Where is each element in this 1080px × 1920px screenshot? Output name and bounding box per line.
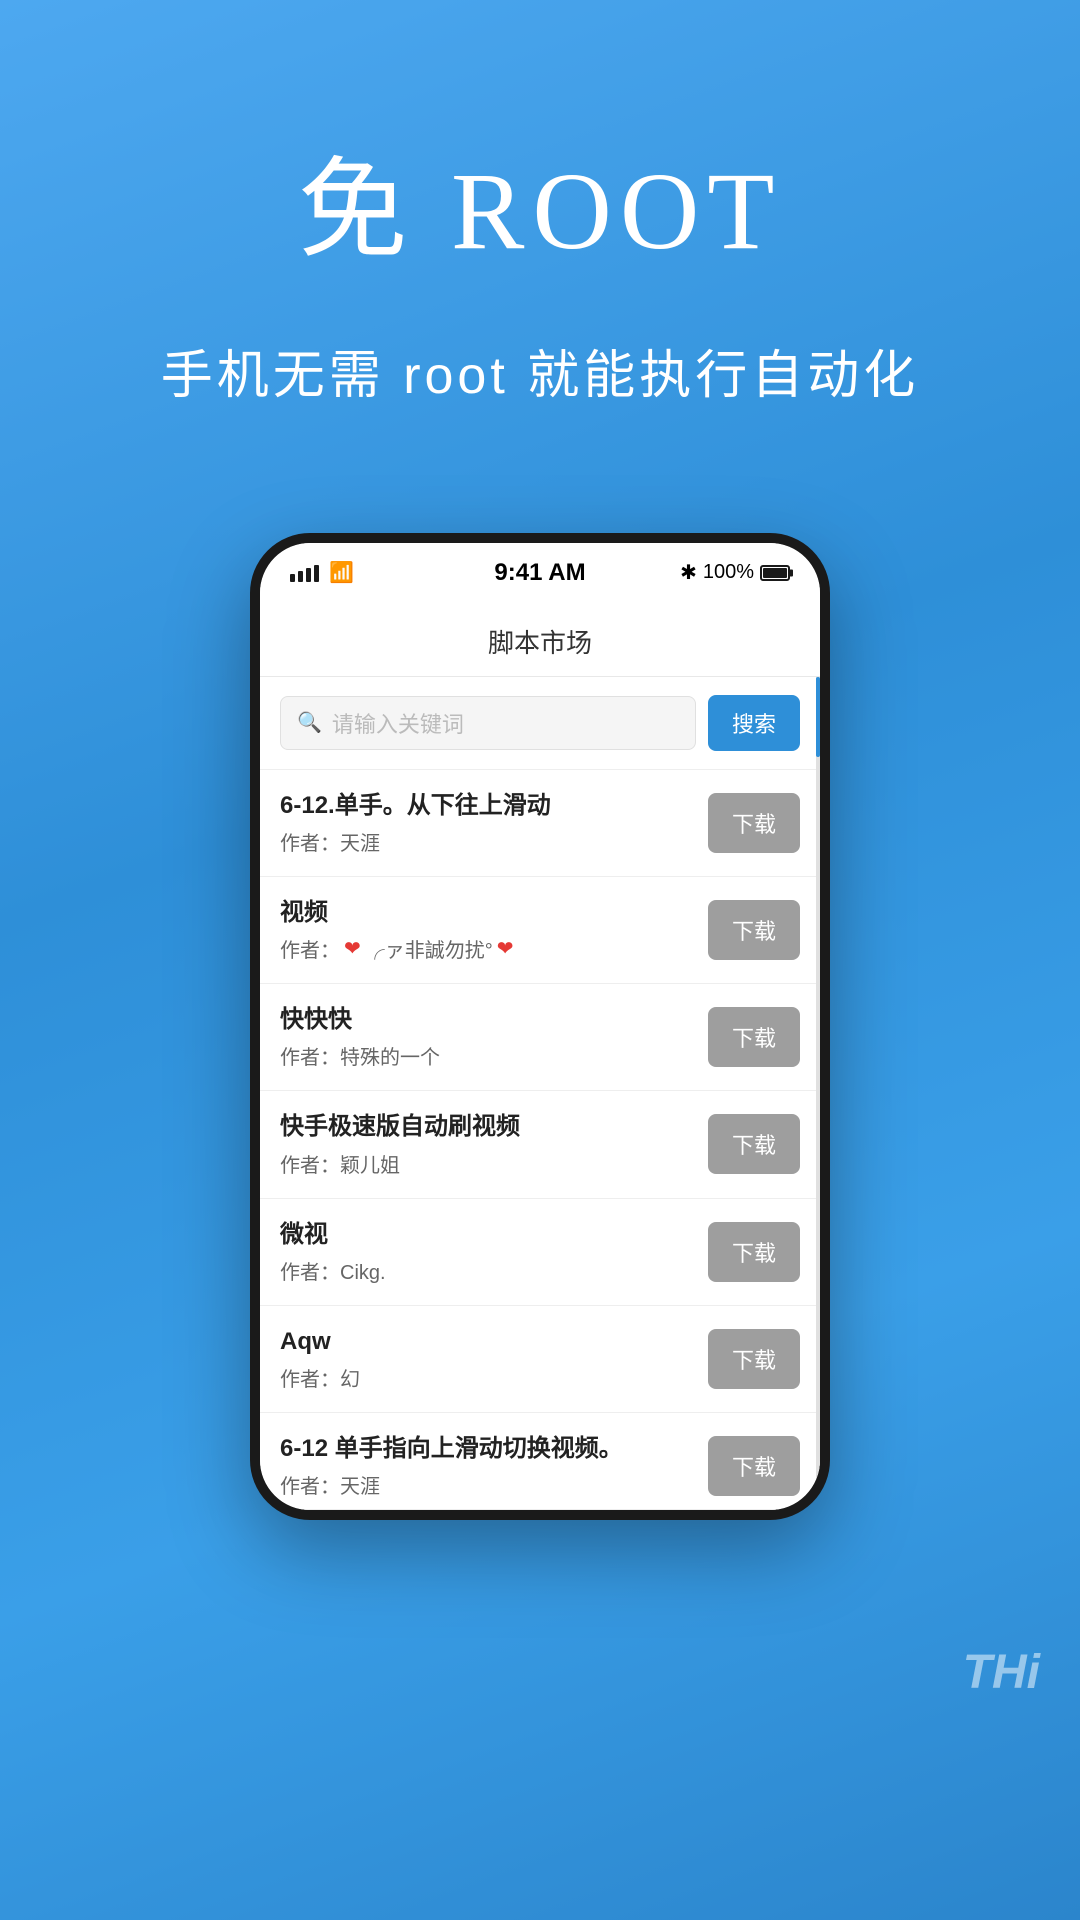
script-author: 作者：颖儿姐 xyxy=(280,1149,692,1178)
download-button[interactable]: 下载 xyxy=(708,793,800,853)
script-author: 作者：天涯 xyxy=(280,827,692,856)
bluetooth-icon: ✱ xyxy=(680,560,697,585)
scrollbar-thumb xyxy=(816,677,820,757)
signal-bar-4 xyxy=(314,565,319,582)
watermark-text: THi xyxy=(963,1645,1040,1700)
script-author: 作者：特殊的一个 xyxy=(280,1041,692,1070)
heart-icon-left: ❤ xyxy=(344,936,361,961)
script-info: 6-12 单手指向上滑动切换视频。 作者：天涯 xyxy=(280,1433,708,1499)
battery-percent: 100% xyxy=(703,561,754,584)
bottom-area: THi xyxy=(0,1520,1080,1720)
script-name: 微视 xyxy=(280,1219,692,1250)
search-placeholder-text: 请输入关键词 xyxy=(332,707,464,739)
download-button[interactable]: 下载 xyxy=(708,900,800,960)
search-icon: 🔍 xyxy=(297,710,322,735)
script-author: 作者：天涯 xyxy=(280,1470,692,1499)
signal-bar-2 xyxy=(298,571,303,582)
script-info: 微视 作者：Cikg. xyxy=(280,1219,708,1285)
phone-content: 🔍 请输入关键词 搜索 6-12.单手。从下往上滑动 作者：天涯 下载 xyxy=(260,677,820,1510)
list-item: 视频 作者： ❤ ╭ァ非誠勿扰° ❤ 下载 xyxy=(260,877,820,984)
search-button[interactable]: 搜索 xyxy=(708,695,800,751)
download-button[interactable]: 下载 xyxy=(708,1329,800,1389)
script-info: Aqw 作者：幻 xyxy=(280,1326,708,1392)
status-left: 📶 xyxy=(290,560,354,585)
hero-title: 免 ROOT xyxy=(60,120,1020,280)
status-right: ✱ 100% xyxy=(680,560,790,585)
download-button[interactable]: 下载 xyxy=(708,1007,800,1067)
download-button[interactable]: 下载 xyxy=(708,1436,800,1496)
list-item: 快手极速版自动刷视频 作者：颖儿姐 下载 xyxy=(260,1091,820,1198)
script-info: 视频 作者： ❤ ╭ァ非誠勿扰° ❤ xyxy=(280,897,708,963)
script-author: 作者：Cikg. xyxy=(280,1256,692,1285)
script-author: 作者： ❤ ╭ァ非誠勿扰° ❤ xyxy=(280,934,692,963)
script-author: 作者：幻 xyxy=(280,1363,692,1392)
signal-bar-1 xyxy=(290,574,295,582)
script-name: 快手极速版自动刷视频 xyxy=(280,1111,692,1142)
download-button[interactable]: 下载 xyxy=(708,1114,800,1174)
search-area: 🔍 请输入关键词 搜索 xyxy=(260,677,820,770)
status-bar: 📶 9:41 AM ✱ 100% xyxy=(260,543,820,603)
heart-icon-right: ❤ xyxy=(497,936,514,961)
script-info: 6-12.单手。从下往上滑动 作者：天涯 xyxy=(280,790,708,856)
hero-section: 免 ROOT 手机无需 root 就能执行自动化 xyxy=(0,0,1080,473)
list-item: 6-12.单手。从下往上滑动 作者：天涯 下载 xyxy=(260,770,820,877)
download-button[interactable]: 下载 xyxy=(708,1222,800,1282)
phone-container: 📶 9:41 AM ✱ 100% 脚本市场 🔍 请输入关键词 xyxy=(0,473,1080,1520)
script-list: 6-12.单手。从下往上滑动 作者：天涯 下载 视频 作者： ❤ ╭ァ非誠勿扰°… xyxy=(260,770,820,1510)
list-item: 6-12 单手指向上滑动切换视频。 作者：天涯 下载 xyxy=(260,1413,820,1510)
signal-bar-3 xyxy=(306,568,311,582)
battery-fill xyxy=(763,568,787,578)
app-header: 脚本市场 xyxy=(260,603,820,677)
script-name: Aqw xyxy=(280,1326,692,1357)
hero-subtitle: 手机无需 root 就能执行自动化 xyxy=(60,340,1020,413)
battery-icon xyxy=(760,565,790,581)
scrollbar[interactable] xyxy=(816,677,820,1510)
wifi-icon: 📶 xyxy=(329,560,354,585)
script-name: 6-12.单手。从下往上滑动 xyxy=(280,790,692,821)
signal-bars xyxy=(290,564,319,582)
status-time: 9:41 AM xyxy=(494,559,585,587)
phone-mockup: 📶 9:41 AM ✱ 100% 脚本市场 🔍 请输入关键词 xyxy=(250,533,830,1520)
script-info: 快手极速版自动刷视频 作者：颖儿姐 xyxy=(280,1111,708,1177)
app-title: 脚本市场 xyxy=(488,628,592,658)
list-item: 微视 作者：Cikg. 下载 xyxy=(260,1199,820,1306)
script-name: 视频 xyxy=(280,897,692,928)
script-name: 快快快 xyxy=(280,1004,692,1035)
list-item: 快快快 作者：特殊的一个 下载 xyxy=(260,984,820,1091)
script-name: 6-12 单手指向上滑动切换视频。 xyxy=(280,1433,692,1464)
script-info: 快快快 作者：特殊的一个 xyxy=(280,1004,708,1070)
list-item: Aqw 作者：幻 下载 xyxy=(260,1306,820,1413)
search-input-wrapper[interactable]: 🔍 请输入关键词 xyxy=(280,696,696,750)
